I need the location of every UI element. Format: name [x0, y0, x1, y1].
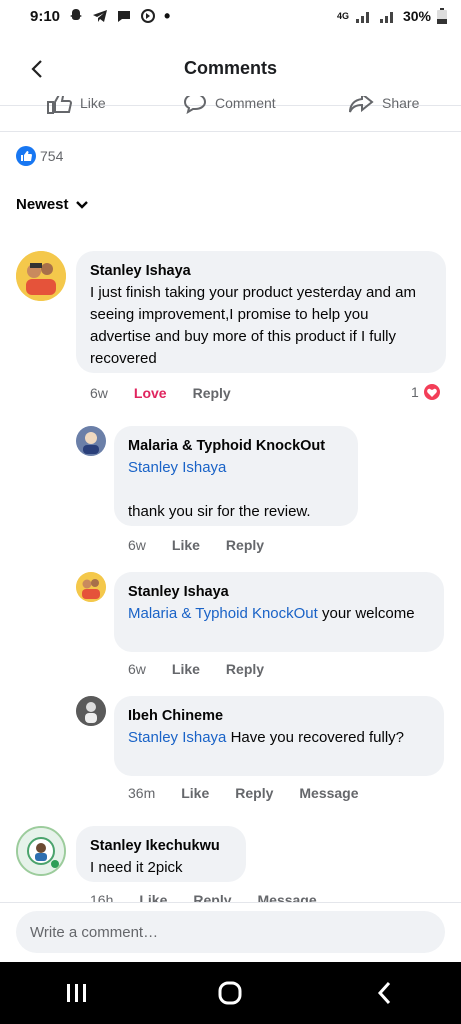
reply-text: your welcome: [317, 605, 415, 622]
recent-apps-icon: [66, 984, 86, 1002]
home-icon: [218, 981, 242, 1005]
reply-button[interactable]: Reply: [226, 537, 264, 553]
battery-icon: [437, 8, 447, 24]
comment-action[interactable]: Comment: [183, 96, 276, 114]
reply-meta: 6w Like Reply: [128, 661, 290, 677]
clock: 9:10: [30, 7, 61, 25]
like-button[interactable]: Like: [181, 785, 209, 801]
thumbs-up-icon: [47, 96, 72, 114]
data-saver-icon: [141, 9, 156, 23]
snapchat-icon: [70, 9, 83, 20]
reply-time: 6w: [128, 661, 146, 677]
avatar-image: [76, 572, 106, 602]
comment-composer: Write a comment…: [0, 902, 461, 962]
like-reaction-icon: [16, 146, 36, 166]
post-action-row: Like Comment Share: [0, 96, 461, 132]
mention-link[interactable]: Malaria & Typhoid KnockOut: [128, 605, 318, 622]
reply-button[interactable]: Reply: [235, 785, 273, 801]
avatar[interactable]: [76, 572, 106, 602]
like-action[interactable]: Like: [46, 96, 106, 114]
recent-apps-button[interactable]: [47, 973, 107, 1013]
message-button[interactable]: Message: [299, 785, 358, 801]
page-title: Comments: [183, 58, 277, 78]
reply-time: 6w: [128, 537, 146, 553]
home-button[interactable]: [200, 973, 260, 1013]
reply-button[interactable]: Reply: [193, 385, 231, 401]
reply-author[interactable]: Stanley Ishaya: [128, 581, 430, 603]
avatar[interactable]: [76, 696, 106, 726]
reply-button[interactable]: Reply: [226, 661, 264, 677]
chevron-down-icon: [75, 200, 88, 209]
comment-meta: 6w Love Reply: [90, 385, 257, 401]
reply-meta: 6w Like Reply: [128, 537, 290, 553]
notification-dot-icon: •: [164, 6, 171, 26]
message-icon: [118, 11, 131, 22]
signal-2-icon: [379, 12, 393, 23]
reply-button[interactable]: Reply: [193, 892, 231, 902]
share-icon: [349, 96, 374, 113]
avatar-image: [16, 251, 66, 301]
comment-meta: 16h Like Reply Message: [90, 892, 343, 902]
comment-time: 16h: [90, 892, 114, 902]
mention-link[interactable]: Stanley Ishaya: [128, 459, 226, 476]
comment-icon: [183, 96, 207, 114]
comment-text: I just finish taking your product yester…: [90, 284, 417, 367]
comment-reaction-count[interactable]: 1: [411, 382, 442, 402]
comment-input[interactable]: Write a comment…: [16, 911, 445, 953]
reaction-summary[interactable]: 754: [16, 146, 63, 166]
message-button[interactable]: Message: [258, 892, 317, 902]
reply-bubble[interactable]: Malaria & Typhoid KnockOut Stanley Ishay…: [114, 426, 358, 526]
mention-link[interactable]: Stanley Ishaya: [128, 729, 226, 746]
reply-bubble[interactable]: Stanley Ishaya Malaria & Typhoid KnockOu…: [114, 572, 444, 652]
like-button[interactable]: Like: [172, 661, 200, 677]
avatar-image: [18, 828, 64, 874]
reaction-count: 754: [40, 148, 64, 164]
like-button[interactable]: Like: [172, 537, 200, 553]
comment-author[interactable]: Stanley Ishaya: [90, 260, 432, 282]
header: Comments: [0, 32, 461, 106]
avatar-image: [76, 696, 106, 726]
avatar[interactable]: [16, 826, 66, 876]
back-nav-button[interactable]: [354, 973, 414, 1013]
share-action[interactable]: Share: [348, 96, 419, 114]
comment-bubble[interactable]: Stanley Ikechukwu I need it 2pick: [76, 826, 246, 882]
reply-meta: 36m Like Reply Message: [128, 785, 385, 801]
reply-time: 36m: [128, 785, 156, 801]
comment-time: 6w: [90, 385, 108, 401]
reply-text: Have you recovered fully?: [226, 729, 404, 746]
avatar[interactable]: [76, 426, 106, 456]
telegram-icon: [93, 10, 108, 22]
reply-bubble[interactable]: Ibeh Chineme Stanley Ishaya Have you rec…: [114, 696, 444, 776]
comment-author[interactable]: Stanley Ikechukwu: [90, 835, 232, 857]
comment-bubble[interactable]: Stanley Ishaya I just finish taking your…: [76, 251, 446, 373]
reply-author[interactable]: Malaria & Typhoid KnockOut: [128, 435, 344, 457]
signal-icon: [355, 12, 369, 23]
sort-label: Newest: [16, 196, 69, 213]
heart-icon: [421, 382, 442, 402]
comment-text: I need it 2pick: [90, 859, 183, 876]
sort-dropdown[interactable]: Newest: [16, 196, 89, 213]
reply-author[interactable]: Ibeh Chineme: [128, 705, 430, 727]
avatar-image: [76, 426, 106, 456]
battery-level: 30%: [402, 8, 431, 24]
chevron-left-icon: [378, 981, 391, 1005]
system-nav-bar: [0, 962, 461, 1024]
avatar[interactable]: [16, 251, 66, 301]
reply-text: thank you sir for the review.: [128, 503, 311, 520]
like-button[interactable]: Like: [139, 892, 167, 902]
status-bar: 9:10 • 4G 30%: [0, 0, 461, 32]
network-type: 4G: [336, 11, 349, 21]
love-button[interactable]: Love: [134, 385, 167, 401]
